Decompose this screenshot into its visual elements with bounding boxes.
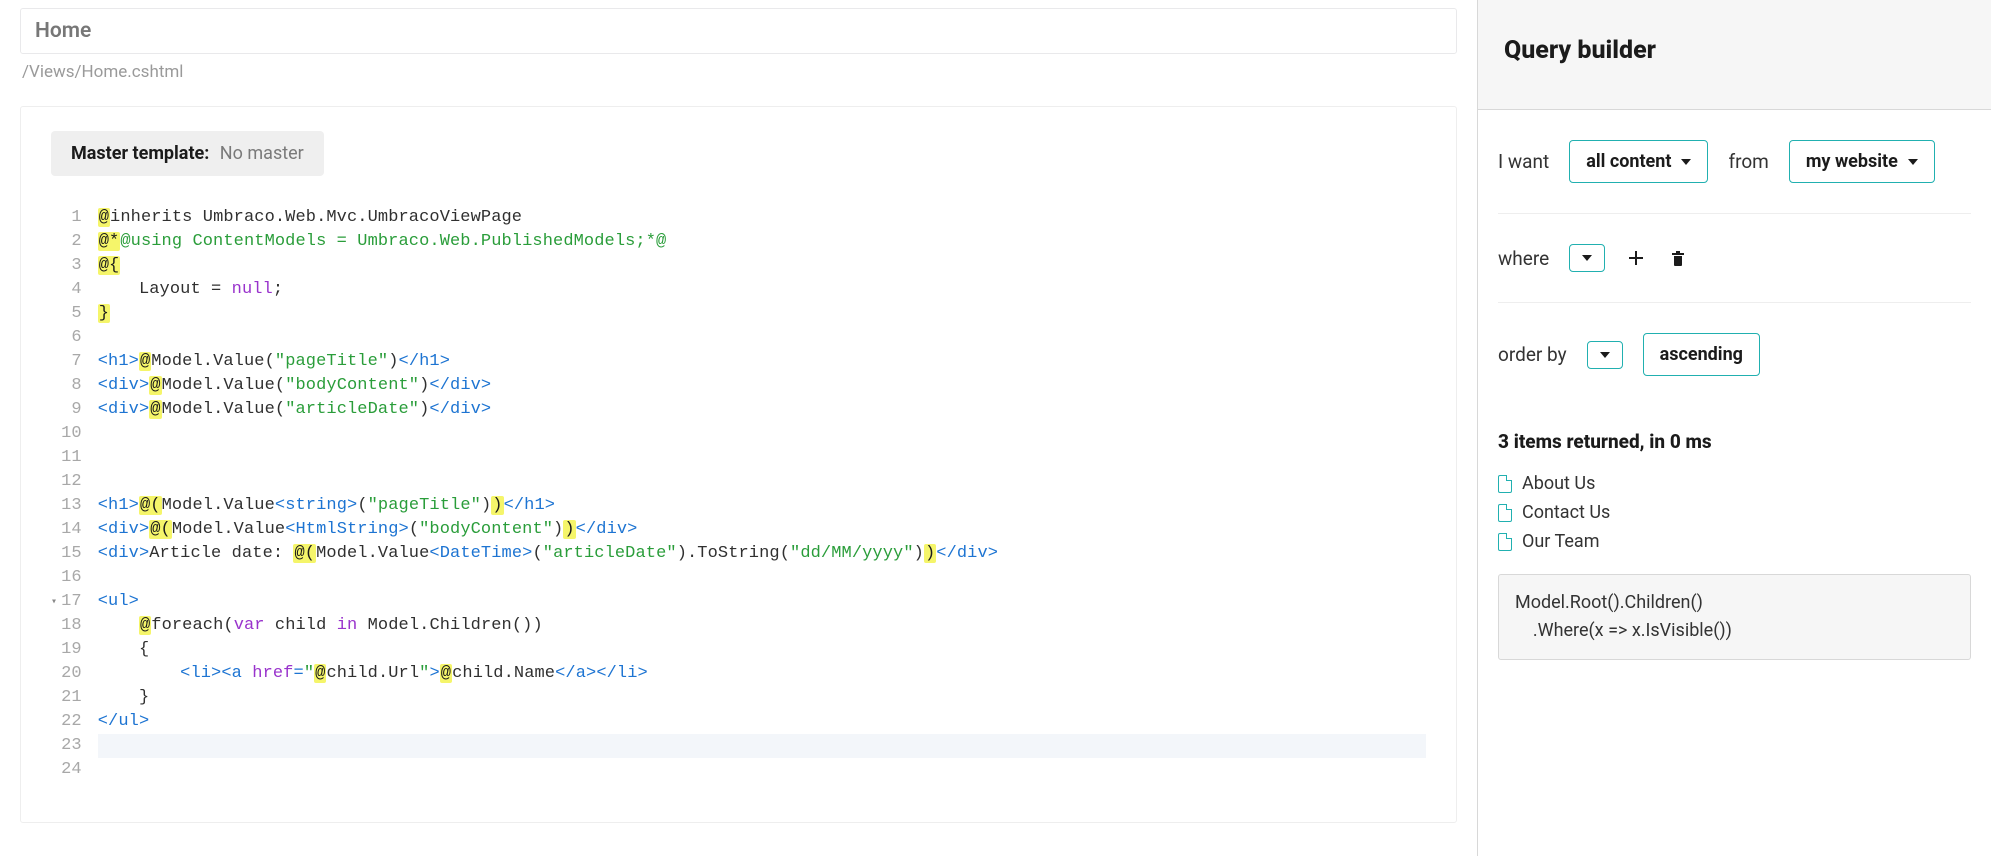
result-item[interactable]: Contact Us (1498, 498, 1971, 527)
caret-down-icon (1600, 352, 1610, 358)
code-line[interactable]: <ul> (98, 590, 1426, 614)
code-line[interactable]: } (98, 302, 1426, 326)
template-path: /Views/Home.cshtml (22, 62, 1457, 82)
where-label: where (1498, 247, 1549, 270)
code-line[interactable]: } (98, 686, 1426, 710)
iwant-value: all content (1586, 151, 1671, 172)
orderby-property-dropdown[interactable] (1587, 341, 1623, 369)
template-name-input[interactable]: Home (20, 8, 1457, 54)
line-number-gutter: 123456789101112131415161718192021222324 (51, 206, 98, 782)
document-icon (1498, 533, 1512, 551)
code-line[interactable]: <div>@Model.Value("bodyContent")</div> (98, 374, 1426, 398)
plus-icon (1628, 250, 1644, 266)
where-property-dropdown[interactable] (1569, 244, 1605, 272)
result-item-label: Contact Us (1522, 502, 1610, 523)
code-line[interactable]: <div>@(Model.Value<HtmlString>("bodyCont… (98, 518, 1426, 542)
main-editor-area: Home /Views/Home.cshtml Master template:… (0, 0, 1477, 856)
code-content[interactable]: @inherits Umbraco.Web.Mvc.UmbracoViewPag… (98, 206, 1426, 782)
result-item-label: About Us (1522, 473, 1595, 494)
template-title: Home (35, 19, 1442, 43)
add-condition-button[interactable] (1625, 247, 1647, 269)
caret-down-icon (1582, 255, 1592, 261)
code-line[interactable] (98, 566, 1426, 590)
iwant-label: I want (1498, 150, 1549, 173)
code-line[interactable] (98, 470, 1426, 494)
query-where-row: where (1498, 214, 1971, 303)
code-line[interactable]: <div>@Model.Value("articleDate")</div> (98, 398, 1426, 422)
master-template-label: Master template: (71, 143, 209, 164)
code-editor[interactable]: 123456789101112131415161718192021222324 … (51, 206, 1426, 782)
query-builder-header: Query builder (1478, 0, 1991, 110)
code-line[interactable]: </ul> (98, 710, 1426, 734)
delete-condition-button[interactable] (1667, 247, 1689, 269)
query-iwant-row: I want all content from my website (1498, 110, 1971, 214)
master-template-selector[interactable]: Master template: No master (51, 131, 324, 176)
code-line[interactable]: <li><a href="@child.Url">@child.Name</a>… (98, 662, 1426, 686)
editor-card: Master template: No master 1234567891011… (20, 106, 1457, 823)
query-orderby-row: order by ascending (1498, 303, 1971, 406)
code-line[interactable]: @foreach(var child in Model.Children()) (98, 614, 1426, 638)
query-builder-title: Query builder (1504, 36, 1965, 65)
iwant-dropdown[interactable]: all content (1569, 140, 1708, 183)
result-item-label: Our Team (1522, 531, 1600, 552)
code-line[interactable] (98, 758, 1426, 782)
orderby-label: order by (1498, 343, 1567, 366)
code-line[interactable] (98, 422, 1426, 446)
code-line[interactable]: { (98, 638, 1426, 662)
document-icon (1498, 504, 1512, 522)
document-icon (1498, 475, 1512, 493)
code-line[interactable] (98, 734, 1426, 758)
from-label: from (1728, 150, 1768, 173)
code-line[interactable]: @*@using ContentModels = Umbraco.Web.Pub… (98, 230, 1426, 254)
code-line[interactable]: <div>Article date: @(Model.Value<DateTim… (98, 542, 1426, 566)
code-line[interactable] (98, 446, 1426, 470)
trash-icon (1670, 249, 1686, 267)
results-list: About Us Contact Us Our Team (1498, 469, 1971, 556)
from-dropdown[interactable]: my website (1789, 140, 1935, 183)
code-line[interactable]: <h1>@(Model.Value<string>("pageTitle"))<… (98, 494, 1426, 518)
query-builder-panel: Query builder I want all content from my… (1477, 0, 1991, 856)
code-line[interactable]: @inherits Umbraco.Web.Mvc.UmbracoViewPag… (98, 206, 1426, 230)
code-line[interactable]: Layout = null; (98, 278, 1426, 302)
order-direction-toggle[interactable]: ascending (1643, 333, 1760, 376)
master-template-value: No master (220, 143, 304, 164)
caret-down-icon (1908, 159, 1918, 165)
from-value: my website (1806, 151, 1898, 172)
result-item[interactable]: Our Team (1498, 527, 1971, 556)
result-item[interactable]: About Us (1498, 469, 1971, 498)
code-line[interactable]: <h1>@Model.Value("pageTitle")</h1> (98, 350, 1426, 374)
order-direction-value: ascending (1660, 344, 1743, 365)
generated-query-code[interactable]: Model.Root().Children() .Where(x => x.Is… (1498, 574, 1971, 660)
code-line[interactable]: @{ (98, 254, 1426, 278)
caret-down-icon (1681, 159, 1691, 165)
results-summary: 3 items returned, in 0 ms (1498, 430, 1971, 453)
code-line[interactable] (98, 326, 1426, 350)
